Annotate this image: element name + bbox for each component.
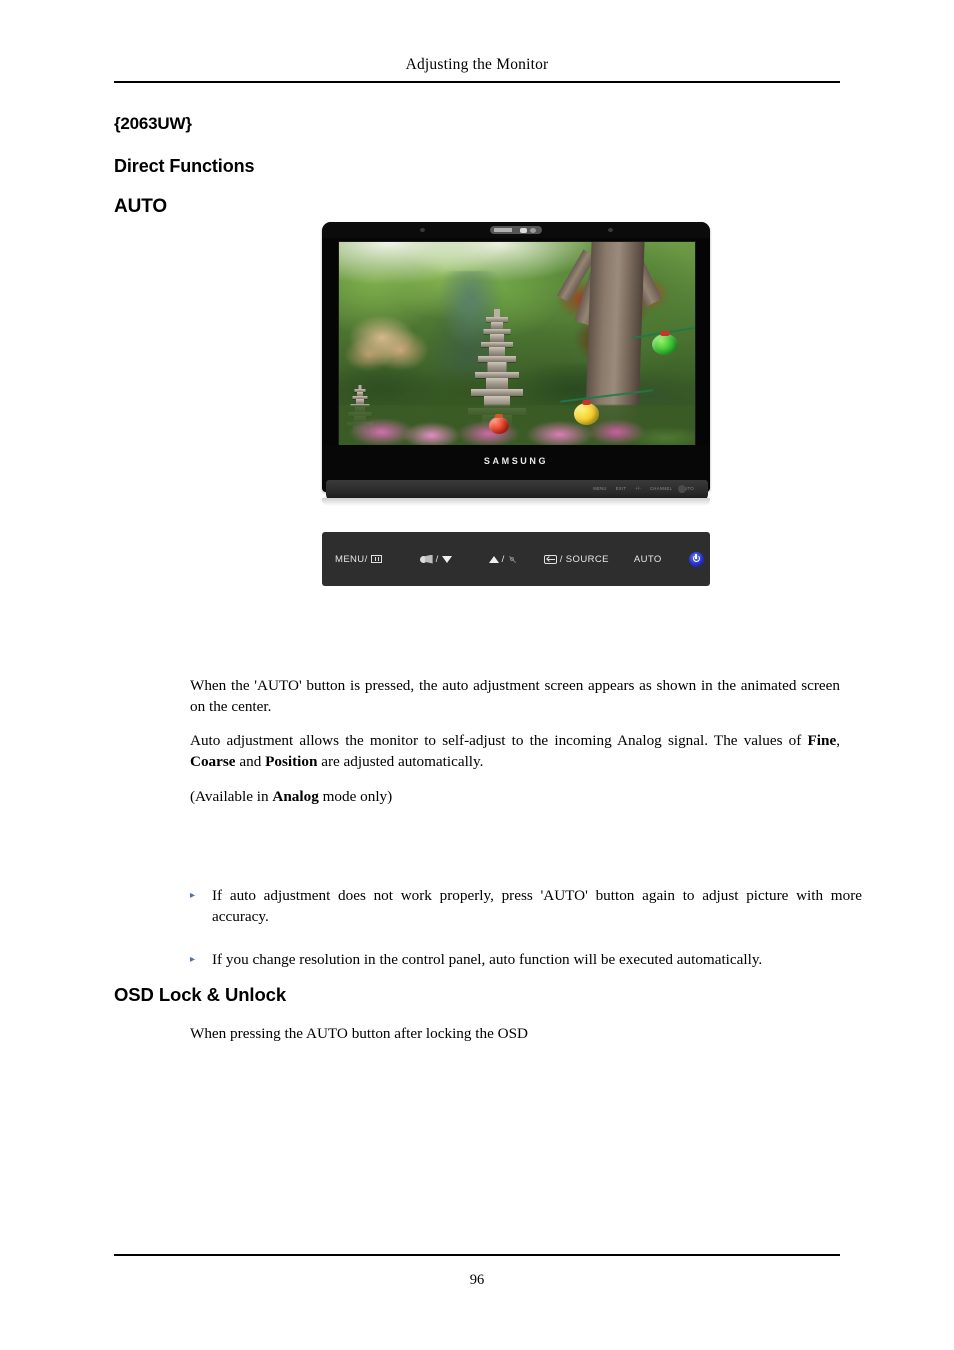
p2-text-1: Auto adjustment allows the monitor to se… — [190, 732, 808, 749]
note-item-accuracy: ▸ If auto adjustment does not work proper… — [190, 886, 862, 927]
samsung-brand-logo: SAMSUNG — [483, 456, 549, 466]
p2-text-4: are adjusted automatically. — [317, 752, 484, 770]
stand-label-exit: EXIT — [615, 486, 627, 491]
p3-text-1: (Available in — [190, 788, 273, 805]
magic-bright-icon — [419, 555, 433, 564]
screen-red-lantern-icon — [488, 414, 509, 435]
button-magicbright-down[interactable]: / — [419, 553, 452, 565]
stand-power-knob-icon — [678, 485, 686, 493]
heading-model-number: {2063UW} — [114, 114, 192, 133]
power-icon — [688, 551, 704, 567]
note1-text: If auto adjustment does not work properl… — [212, 887, 862, 925]
note-item-resolution: ▸ If you change resolution in the control… — [190, 950, 862, 971]
p2-bold-position: Position — [265, 752, 318, 770]
heading-direct-functions: Direct Functions — [114, 156, 255, 176]
button-source-label: / SOURCE — [559, 553, 609, 565]
button-auto[interactable]: AUTO — [634, 554, 662, 565]
p3-text-2: mode only) — [318, 788, 393, 805]
sensor-dot-right-icon — [608, 228, 613, 232]
header-divider — [114, 81, 840, 83]
monitor-figure: SAMSUNG MENU EXIT +/- CHANNEL AUTO — [322, 222, 710, 510]
p2-text-2: , — [836, 732, 840, 749]
screen-green-lantern-icon — [652, 330, 679, 355]
monitor-button-panel: MENU/ / / / SOURCE AUTO — [322, 532, 710, 586]
heading-osd-lock-unlock: OSD Lock & Unlock — [114, 984, 287, 1005]
paragraph-analog-note: (Available in Analog mode only) — [190, 787, 840, 808]
p3-bold-analog: Analog — [272, 788, 319, 805]
heading-auto: AUTO — [114, 196, 168, 217]
triangle-down-icon — [441, 555, 452, 563]
note2-text: If you change resolution in the control … — [212, 951, 763, 968]
button-up-label: / — [501, 553, 505, 565]
stand-label-channel: CHANNEL — [650, 486, 673, 491]
menu-bars-icon — [370, 555, 382, 563]
monitor-chassis: SAMSUNG — [322, 222, 710, 492]
bullet-arrow-icon: ▸ — [190, 890, 196, 901]
screen-flower-bed — [339, 405, 695, 446]
stand-label-menu: MENU — [593, 486, 607, 491]
button-auto-label: AUTO — [633, 553, 662, 565]
button-magicbright-label: / — [435, 553, 439, 565]
button-menu-label: MENU/ — [335, 553, 368, 565]
document-page: Adjusting the Monitor {2063UW} Direct Fu… — [0, 0, 954, 1350]
button-menu[interactable]: MENU/ — [335, 554, 382, 565]
bullet-arrow-icon: ▸ — [190, 954, 196, 965]
monitor-top-bezel — [322, 222, 710, 238]
paragraph-auto-adjustment: Auto adjustment allows the monitor to se… — [190, 731, 840, 772]
enter-icon — [543, 554, 557, 564]
monitor-base-shadow — [322, 498, 710, 506]
monitor-screen — [338, 241, 696, 447]
p2-text-3: and — [235, 752, 266, 770]
sensor-dot-left-icon — [420, 228, 425, 232]
footer-divider — [114, 1254, 840, 1256]
page-header-title: Adjusting the Monitor — [405, 56, 549, 73]
button-enter-source[interactable]: / SOURCE — [543, 553, 609, 565]
p2-bold-coarse: Coarse — [190, 752, 236, 770]
page-number: 96 — [469, 1272, 485, 1288]
button-power[interactable] — [688, 551, 704, 567]
screen-yellow-lantern-icon — [573, 400, 599, 426]
triangle-up-icon — [488, 555, 499, 563]
paragraph-auto-description: When the 'AUTO' button is pressed, the a… — [190, 677, 840, 715]
button-up-brightness[interactable]: / — [488, 553, 517, 565]
p2-bold-fine: Fine — [807, 732, 837, 749]
paragraph-osd-lock: When pressing the AUTO button after lock… — [190, 1025, 529, 1042]
stand-label-plus: +/- — [635, 486, 642, 491]
webcam-module-icon — [490, 226, 542, 234]
brightness-sun-icon — [508, 555, 517, 564]
